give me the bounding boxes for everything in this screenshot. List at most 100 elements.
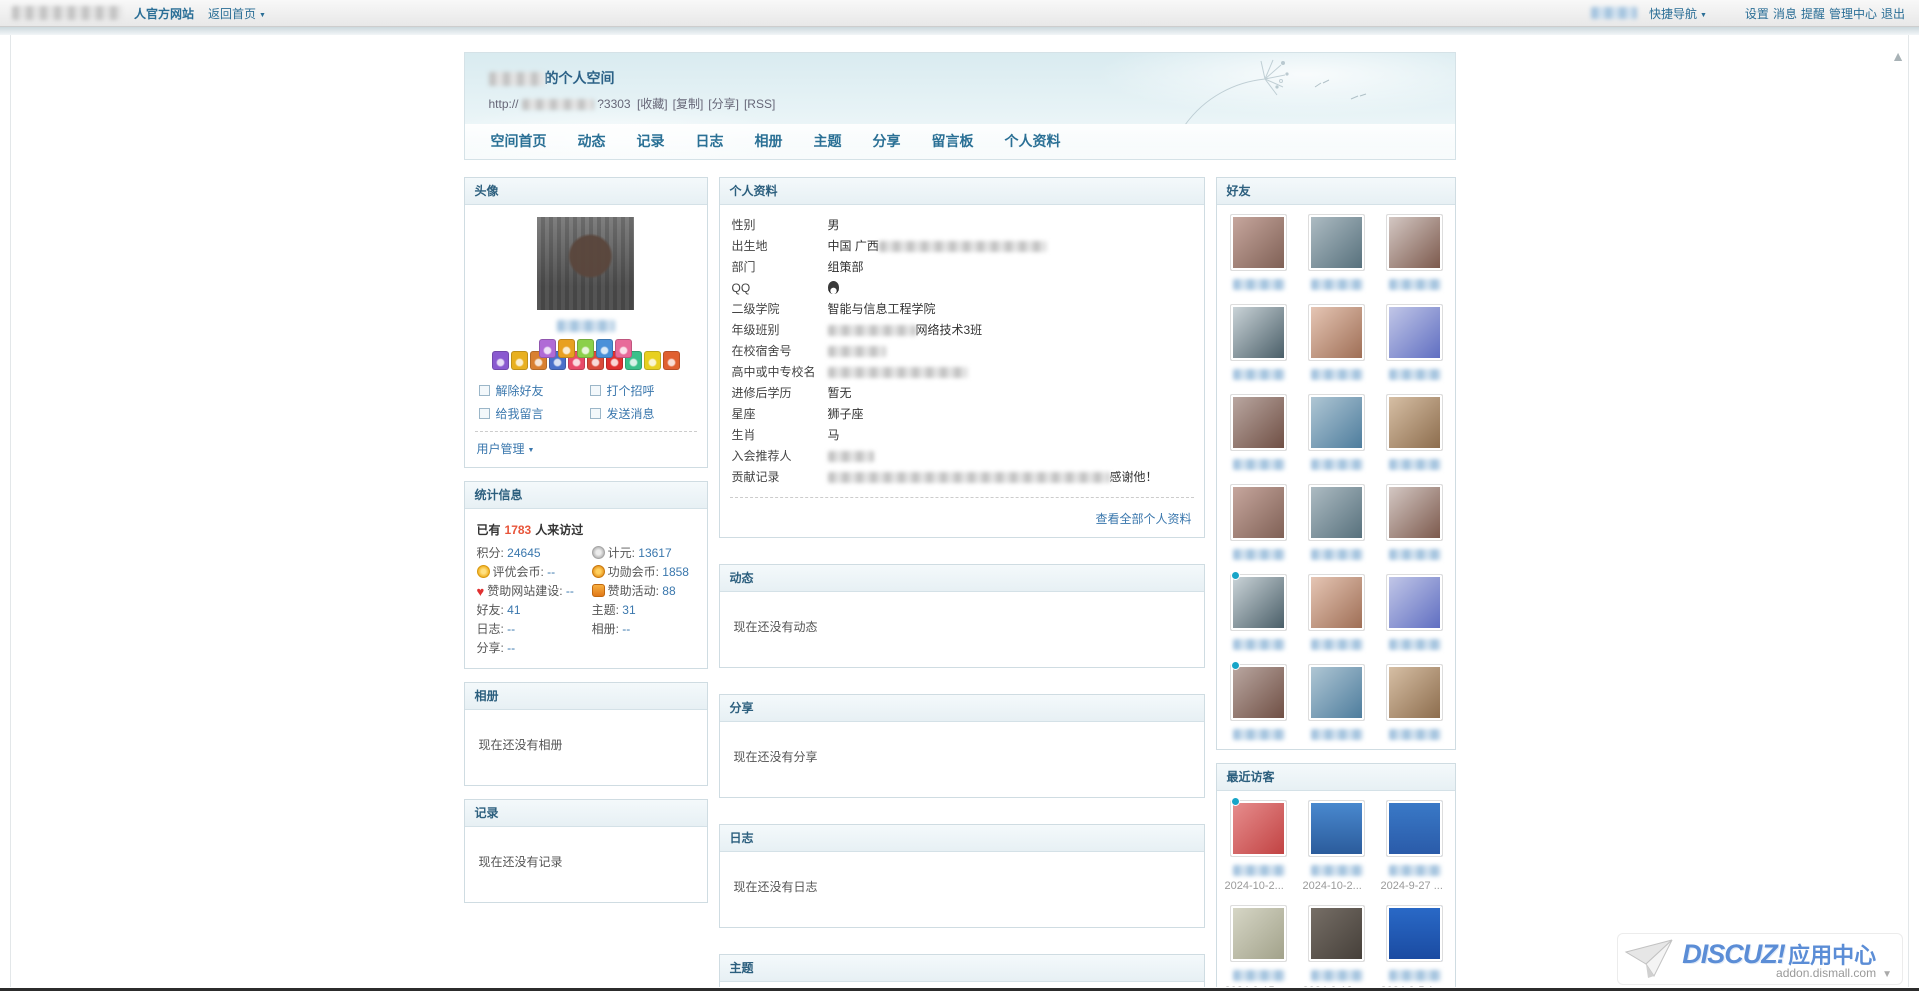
friend-avatar[interactable] bbox=[1308, 484, 1365, 541]
friend-item-0 bbox=[1223, 211, 1295, 299]
profile-field-1: 出生地中国 广西 bbox=[730, 236, 1194, 257]
friend-avatar[interactable] bbox=[1230, 304, 1287, 361]
topbar-link-4[interactable]: 退出 bbox=[1881, 7, 1905, 21]
records-box: 记录 现在还没有记录 bbox=[464, 799, 708, 903]
friend-avatar[interactable] bbox=[1308, 574, 1365, 631]
url-action-3[interactable]: [RSS] bbox=[744, 97, 775, 111]
field-value: 暂无 bbox=[828, 386, 852, 400]
stat-value[interactable]: 31 bbox=[622, 603, 635, 617]
profile-field-3: QQ bbox=[730, 278, 1194, 299]
user-manage-menu[interactable]: 用户管理▼ bbox=[477, 442, 535, 456]
stat-value[interactable]: 13617 bbox=[638, 546, 671, 560]
friend-avatar[interactable] bbox=[1308, 214, 1365, 271]
friend-avatar[interactable] bbox=[1386, 664, 1443, 721]
gold-coin-icon bbox=[477, 565, 490, 578]
url-action-2[interactable]: [分享] bbox=[708, 97, 739, 111]
avatar-action-3[interactable]: 发送消息 bbox=[590, 405, 697, 422]
triangle-icon: ▼ bbox=[1882, 969, 1892, 980]
friend-avatar[interactable] bbox=[1386, 214, 1443, 271]
blurred-text bbox=[1233, 865, 1285, 876]
topbar-link-2[interactable]: 提醒 bbox=[1801, 7, 1825, 21]
appcenter-label: 应用中心 bbox=[1788, 943, 1876, 968]
friend-avatar[interactable] bbox=[1386, 574, 1443, 631]
stat-label: 计元: bbox=[608, 546, 639, 560]
back-home-link[interactable]: 返回首页▼ bbox=[208, 5, 266, 22]
stat-value[interactable]: 41 bbox=[507, 603, 520, 617]
field-label: 星座 bbox=[732, 404, 828, 425]
friend-avatar[interactable] bbox=[1230, 574, 1287, 631]
topbar-link-0[interactable]: 设置 bbox=[1745, 7, 1769, 21]
visitor-avatar[interactable] bbox=[1230, 905, 1287, 962]
nav-tab-2[interactable]: 记录 bbox=[637, 131, 665, 151]
avatar-action-2[interactable]: 给我留言 bbox=[479, 405, 586, 422]
visitor-avatar[interactable] bbox=[1308, 800, 1365, 857]
friend-avatar[interactable] bbox=[1386, 484, 1443, 541]
discuz-appcenter-logo[interactable]: DISCUZ! 应用中心 addon.dismall.com ▼ bbox=[1617, 933, 1903, 985]
share-box: 分享 现在还没有分享 bbox=[719, 694, 1205, 798]
friend-avatar[interactable] bbox=[1230, 664, 1287, 721]
friend-avatar[interactable] bbox=[1230, 484, 1287, 541]
visitors-box-header: 最近访客 bbox=[1217, 764, 1455, 791]
field-text: 感谢他！ bbox=[1110, 470, 1158, 484]
nav-tab-5[interactable]: 主题 bbox=[814, 131, 842, 151]
blurred-text bbox=[1233, 970, 1285, 981]
url-action-1[interactable]: [复制] bbox=[673, 97, 704, 111]
friend-avatar[interactable] bbox=[1386, 304, 1443, 361]
stats-box-header: 统计信息 bbox=[465, 482, 707, 509]
url-action-0[interactable]: [收藏] bbox=[637, 97, 668, 111]
profile-avatar[interactable] bbox=[537, 217, 634, 310]
scroll-to-top-icon[interactable]: ▲ bbox=[1891, 48, 1905, 64]
visitor-avatar[interactable] bbox=[1386, 800, 1443, 857]
nav-tab-3[interactable]: 日志 bbox=[696, 131, 724, 151]
nav-tab-1[interactable]: 动态 bbox=[578, 131, 606, 151]
visitor-avatar[interactable] bbox=[1230, 800, 1287, 857]
blurred-text bbox=[1311, 549, 1363, 560]
nav-tab-7[interactable]: 留言板 bbox=[932, 131, 974, 151]
stat-value[interactable]: 88 bbox=[662, 584, 675, 598]
friend-item-13 bbox=[1301, 571, 1373, 659]
visit-date: 2024-10-2... bbox=[1301, 880, 1373, 892]
qq-icon[interactable] bbox=[828, 281, 839, 294]
space-owner-name-blurred bbox=[489, 72, 545, 86]
visitor-avatar[interactable] bbox=[1308, 905, 1365, 962]
topbar-link-1[interactable]: 消息 bbox=[1773, 7, 1797, 21]
avatar-action-1[interactable]: 打个招呼 bbox=[590, 382, 697, 399]
friend-avatar[interactable] bbox=[1230, 394, 1287, 451]
nav-tab-8[interactable]: 个人资料 bbox=[1005, 131, 1061, 151]
quick-nav-menu[interactable]: 快捷导航▼ bbox=[1649, 5, 1707, 22]
stat-value[interactable]: 1858 bbox=[662, 565, 689, 579]
topbar-shadow bbox=[0, 27, 1919, 35]
visit-date: 2024-9-15 ... bbox=[1223, 985, 1295, 987]
blurred-text bbox=[1233, 729, 1285, 740]
topbar-link-3[interactable]: 管理中心 bbox=[1829, 7, 1877, 21]
space-nav: 空间首页 动态 记录 日志 相册 主题 分享 留言板 个人资料 bbox=[465, 124, 1455, 159]
avatar-action-0[interactable]: 解除好友 bbox=[479, 382, 586, 399]
stat-value[interactable]: 24645 bbox=[507, 546, 540, 560]
field-label: 在校宿舍号 bbox=[732, 341, 828, 362]
friend-avatar[interactable] bbox=[1308, 394, 1365, 451]
nav-tab-4[interactable]: 相册 bbox=[755, 131, 783, 151]
stat-item-8: 日志: -- bbox=[477, 622, 588, 637]
field-value: 马 bbox=[828, 428, 840, 442]
friend-avatar[interactable] bbox=[1386, 394, 1443, 451]
visit-date: 2024-9-12 ... bbox=[1301, 985, 1373, 987]
nav-tab-0[interactable]: 空间首页 bbox=[491, 131, 547, 151]
field-text: 狮子座 bbox=[828, 407, 864, 421]
friend-avatar[interactable] bbox=[1308, 304, 1365, 361]
site-name: 人官方网站 bbox=[134, 5, 194, 22]
friend-avatar[interactable] bbox=[1230, 214, 1287, 271]
stat-value[interactable]: -- bbox=[507, 641, 515, 655]
stat-value[interactable]: -- bbox=[547, 565, 555, 579]
blurred-text bbox=[1233, 279, 1285, 290]
view-all-profile-link[interactable]: 查看全部个人资料 bbox=[1095, 512, 1191, 526]
friend-item-7 bbox=[1301, 391, 1373, 479]
nav-tab-6[interactable]: 分享 bbox=[873, 131, 901, 151]
friend-avatar[interactable] bbox=[1308, 664, 1365, 721]
stat-value[interactable]: -- bbox=[507, 622, 515, 636]
stat-value[interactable]: -- bbox=[622, 622, 630, 636]
site-logo-blurred bbox=[12, 6, 122, 20]
visitor-avatar[interactable] bbox=[1386, 905, 1443, 962]
stat-value[interactable]: -- bbox=[566, 584, 574, 598]
blurred-text bbox=[1311, 970, 1363, 981]
field-label: 进修后学历 bbox=[732, 383, 828, 404]
